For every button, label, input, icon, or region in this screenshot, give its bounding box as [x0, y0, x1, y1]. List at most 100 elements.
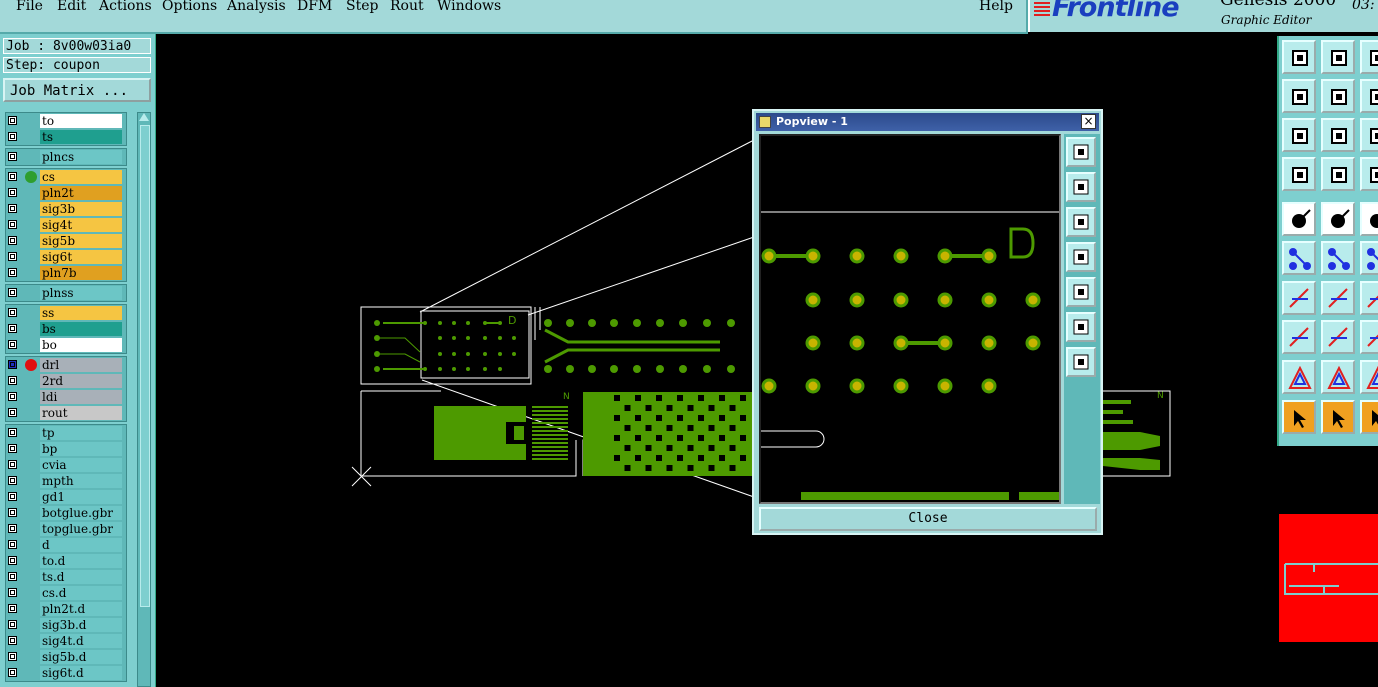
layer-row-ldi[interactable]: ldi	[3, 389, 125, 405]
zoom-out-icon[interactable]	[1066, 347, 1096, 377]
layer-checkbox[interactable]	[8, 460, 17, 469]
layer-row-tp[interactable]: tp	[3, 425, 125, 441]
layer-row-2rd[interactable]: 2rd	[3, 373, 125, 389]
layer-name[interactable]: mpth	[40, 474, 122, 488]
layer-name[interactable]: bs	[40, 322, 122, 336]
pan-down-icon[interactable]	[1066, 207, 1096, 237]
job-matrix-button[interactable]: Job Matrix ...	[3, 78, 151, 102]
layer-checkbox[interactable]	[8, 268, 17, 277]
select-icon[interactable]	[1282, 40, 1316, 74]
layer-row-sig5b-d[interactable]: sig5b.d	[3, 649, 125, 665]
trace-icon[interactable]	[1360, 202, 1378, 236]
flip-icon[interactable]	[1321, 360, 1355, 394]
menu-options[interactable]: Options	[162, 0, 217, 14]
layer-row-to-d[interactable]: to.d	[3, 553, 125, 569]
menu-rout[interactable]: Rout	[390, 0, 424, 14]
layer-row-botglue-gbr[interactable]: botglue.gbr	[3, 505, 125, 521]
layer-row-cvia[interactable]: cvia	[3, 457, 125, 473]
layer-checkbox[interactable]	[8, 376, 17, 385]
layer-name[interactable]: ts	[40, 130, 122, 144]
fit-icon[interactable]	[1360, 360, 1378, 394]
layer-checkbox[interactable]	[8, 588, 17, 597]
layer-row-bo[interactable]: bo	[3, 337, 125, 353]
graphic-canvas[interactable]: D N N	[156, 34, 1277, 687]
scroll-up-icon[interactable]	[139, 113, 149, 121]
rotate-icon[interactable]	[1360, 40, 1378, 74]
layer-row-plncs[interactable]: plncs	[3, 149, 125, 165]
layer-scrollbar[interactable]	[137, 112, 151, 687]
layer-name[interactable]: bp	[40, 442, 122, 456]
layer-row-sig4t[interactable]: sig4t	[3, 217, 125, 233]
layer-row-pln2t-d[interactable]: pln2t.d	[3, 601, 125, 617]
layer-checkbox[interactable]	[8, 492, 17, 501]
drill-icon[interactable]	[1282, 202, 1316, 236]
layer-name[interactable]: d	[40, 538, 122, 552]
layer-row-gd1[interactable]: gd1	[3, 489, 125, 505]
layer-name[interactable]: 2rd	[40, 374, 122, 388]
layer-checkbox[interactable]	[8, 392, 17, 401]
layer-row-bp[interactable]: bp	[3, 441, 125, 457]
popview-close-icon[interactable]: ×	[1081, 114, 1096, 129]
layer-checkbox[interactable]	[8, 204, 17, 213]
layer-name[interactable]: topglue.gbr	[40, 522, 122, 536]
menu-step[interactable]: Step	[346, 0, 378, 14]
layer-row-drl[interactable]: drl	[3, 357, 125, 373]
layer-name[interactable]: sig3b	[40, 202, 122, 216]
layer-checkbox[interactable]	[8, 152, 17, 161]
grid-icon[interactable]	[1360, 79, 1378, 113]
menu-edit[interactable]: Edit	[57, 0, 86, 14]
menu-actions[interactable]: Actions	[99, 0, 152, 14]
net-icon[interactable]	[1282, 360, 1316, 394]
layer-checkbox[interactable]	[8, 444, 17, 453]
layer-row-plnss[interactable]: plnss	[3, 285, 125, 301]
layer-checkbox[interactable]	[8, 324, 17, 333]
layer-row-cs[interactable]: cs	[3, 169, 125, 185]
layer-checkbox[interactable]	[8, 524, 17, 533]
layer-name[interactable]: sig4t.d	[40, 634, 122, 648]
layer-name[interactable]: ts.d	[40, 570, 122, 584]
filter-icon[interactable]	[1282, 400, 1316, 434]
zoom-in-icon[interactable]	[1066, 312, 1096, 342]
edit-icon[interactable]	[1321, 281, 1355, 315]
layer-icon[interactable]	[1360, 320, 1378, 354]
menu-analysis[interactable]: Analysis	[227, 0, 286, 14]
layer-name[interactable]: to	[40, 114, 122, 128]
layer-checkbox[interactable]	[8, 252, 17, 261]
layer-checkbox[interactable]	[8, 636, 17, 645]
copy-icon[interactable]	[1360, 241, 1378, 275]
query-icon[interactable]	[1360, 400, 1378, 434]
popview-titlebar[interactable]: Popview - 1 ×	[756, 113, 1099, 131]
menu-windows[interactable]: Windows	[437, 0, 501, 14]
layer-checkbox[interactable]	[8, 652, 17, 661]
undo-icon[interactable]	[1282, 320, 1316, 354]
layer-checkbox[interactable]	[8, 188, 17, 197]
layer-name[interactable]: sig3b.d	[40, 618, 122, 632]
scroll-thumb[interactable]	[140, 125, 150, 607]
layer-name[interactable]: pln2t.d	[40, 602, 122, 616]
layer-row-sig6t-d[interactable]: sig6t.d	[3, 665, 125, 681]
cut-icon[interactable]	[1360, 157, 1378, 191]
layer-name[interactable]: to.d	[40, 554, 122, 568]
layer-checkbox[interactable]	[8, 116, 17, 125]
layer-row-cs-d[interactable]: cs.d	[3, 585, 125, 601]
layer-checkbox[interactable]	[8, 476, 17, 485]
layer-checkbox[interactable]	[8, 620, 17, 629]
redo-icon[interactable]	[1321, 320, 1355, 354]
pan-up-icon[interactable]	[1066, 172, 1096, 202]
layer-checkbox[interactable]	[8, 556, 17, 565]
layer-checkbox[interactable]	[8, 288, 17, 297]
layer-name[interactable]: plncs	[40, 150, 122, 164]
layer-row-sig6t[interactable]: sig6t	[3, 249, 125, 265]
popview-close-button[interactable]: Close	[759, 507, 1097, 531]
layer-row-pln2t[interactable]: pln2t	[3, 185, 125, 201]
layer-row-pln7b[interactable]: pln7b	[3, 265, 125, 281]
pick-icon[interactable]	[1321, 400, 1355, 434]
zoom-fit-icon[interactable]	[1066, 137, 1096, 167]
layer-row-sig3b-d[interactable]: sig3b.d	[3, 617, 125, 633]
layer-row-ts[interactable]: ts	[3, 129, 125, 145]
layer-row-sig5b[interactable]: sig5b	[3, 233, 125, 249]
pan-left-icon[interactable]	[1066, 242, 1096, 272]
layer-name[interactable]: sig4t	[40, 218, 122, 232]
line-icon[interactable]	[1360, 118, 1378, 152]
layer-checkbox[interactable]	[8, 236, 17, 245]
